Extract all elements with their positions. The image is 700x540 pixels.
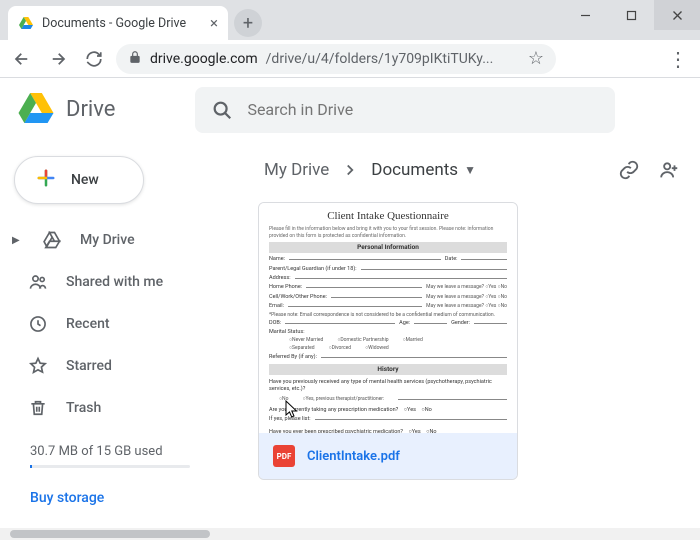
sidebar-item-shared[interactable]: Shared with me <box>8 262 242 302</box>
browser-new-tab-button[interactable]: + <box>234 9 262 37</box>
drive-logo-icon[interactable] <box>16 88 56 132</box>
window-minimize-button[interactable] <box>562 0 608 30</box>
plus-icon <box>33 165 59 195</box>
doc-section-header: Personal Information <box>269 242 507 253</box>
drive-app-title: Drive <box>66 97 115 122</box>
search-icon <box>211 99 233 121</box>
browser-menu-button[interactable]: ⋮ <box>668 47 692 71</box>
my-drive-icon <box>42 230 62 250</box>
browser-toolbar: drive.google.com/drive/u/4/folders/1y709… <box>0 40 700 78</box>
get-link-icon[interactable] <box>618 159 640 181</box>
lock-icon <box>128 50 142 68</box>
browser-back-button[interactable] <box>8 45 36 73</box>
horizontal-scrollbar[interactable] <box>0 528 700 540</box>
file-card[interactable]: Client Intake Questionnaire Please fill … <box>258 202 518 480</box>
sidebar-item-label: Trash <box>66 400 101 416</box>
window-maximize-button[interactable] <box>608 0 654 30</box>
breadcrumb-current-label: Documents <box>371 160 458 180</box>
drive-header: Drive <box>0 78 700 142</box>
drive-favicon-icon <box>18 15 34 31</box>
search-input[interactable] <box>247 100 599 119</box>
window-close-button[interactable] <box>654 0 700 30</box>
new-button[interactable]: New <box>14 156 144 204</box>
sidebar-item-recent[interactable]: Recent <box>8 304 242 344</box>
sidebar-item-my-drive[interactable]: ▶ My Drive <box>8 220 242 260</box>
chevron-right-icon <box>341 161 359 179</box>
storage-bar <box>30 465 190 468</box>
browser-forward-button[interactable] <box>44 45 72 73</box>
star-icon <box>28 356 48 376</box>
url-path: /drive/u/4/folders/1y709pIKtiTUKy... <box>266 51 494 67</box>
scrollbar-thumb[interactable] <box>10 530 210 538</box>
breadcrumb-current[interactable]: Documents ▼ <box>365 156 482 184</box>
trash-icon <box>28 398 48 418</box>
drive-search-box[interactable] <box>195 87 615 133</box>
sidebar-item-label: My Drive <box>80 232 135 248</box>
file-grid: Client Intake Questionnaire Please fill … <box>250 198 688 480</box>
file-thumbnail: Client Intake Questionnaire Please fill … <box>259 203 517 433</box>
browser-reload-button[interactable] <box>80 45 108 73</box>
bookmark-star-icon[interactable]: ☆ <box>528 50 544 68</box>
sidebar-item-label: Shared with me <box>66 274 163 290</box>
sidebar-item-label: Recent <box>66 316 110 332</box>
doc-preview-title: Client Intake Questionnaire <box>269 209 507 224</box>
sidebar-item-starred[interactable]: Starred <box>8 346 242 386</box>
drive-app: Drive New ▶ My Drive Shared with me <box>0 78 700 528</box>
mouse-cursor-icon <box>285 400 301 423</box>
browser-address-bar[interactable]: drive.google.com/drive/u/4/folders/1y709… <box>116 44 556 74</box>
file-info-bar: PDF ClientIntake.pdf <box>259 433 517 479</box>
drive-toolbar: My Drive Documents ▼ <box>250 142 688 198</box>
buy-storage-link[interactable]: Buy storage <box>30 490 242 506</box>
tab-title: Documents - Google Drive <box>42 16 202 31</box>
window-controls <box>562 0 700 30</box>
breadcrumb-root[interactable]: My Drive <box>258 156 335 184</box>
drive-sidebar: New ▶ My Drive Shared with me Recent Sta… <box>0 142 250 528</box>
sidebar-item-trash[interactable]: Trash <box>8 388 242 428</box>
expand-triangle-icon[interactable]: ▶ <box>12 235 24 246</box>
tab-close-icon[interactable]: × <box>210 14 218 32</box>
url-host: drive.google.com <box>150 51 258 67</box>
chevron-down-icon: ▼ <box>464 163 476 177</box>
recent-icon <box>28 314 48 334</box>
browser-tab-active[interactable]: Documents - Google Drive × <box>8 6 228 40</box>
pdf-badge-icon: PDF <box>273 445 295 467</box>
shared-icon <box>28 272 48 292</box>
sidebar-item-label: Starred <box>66 358 112 374</box>
storage-usage: 30.7 MB of 15 GB used <box>8 430 242 468</box>
file-name: ClientIntake.pdf <box>307 449 400 464</box>
drive-main: My Drive Documents ▼ Client Intake Quest… <box>250 142 700 528</box>
storage-text: 30.7 MB of 15 GB used <box>30 444 163 459</box>
share-person-add-icon[interactable] <box>658 159 680 181</box>
new-button-label: New <box>71 172 99 188</box>
doc-section-header: History <box>269 364 507 375</box>
